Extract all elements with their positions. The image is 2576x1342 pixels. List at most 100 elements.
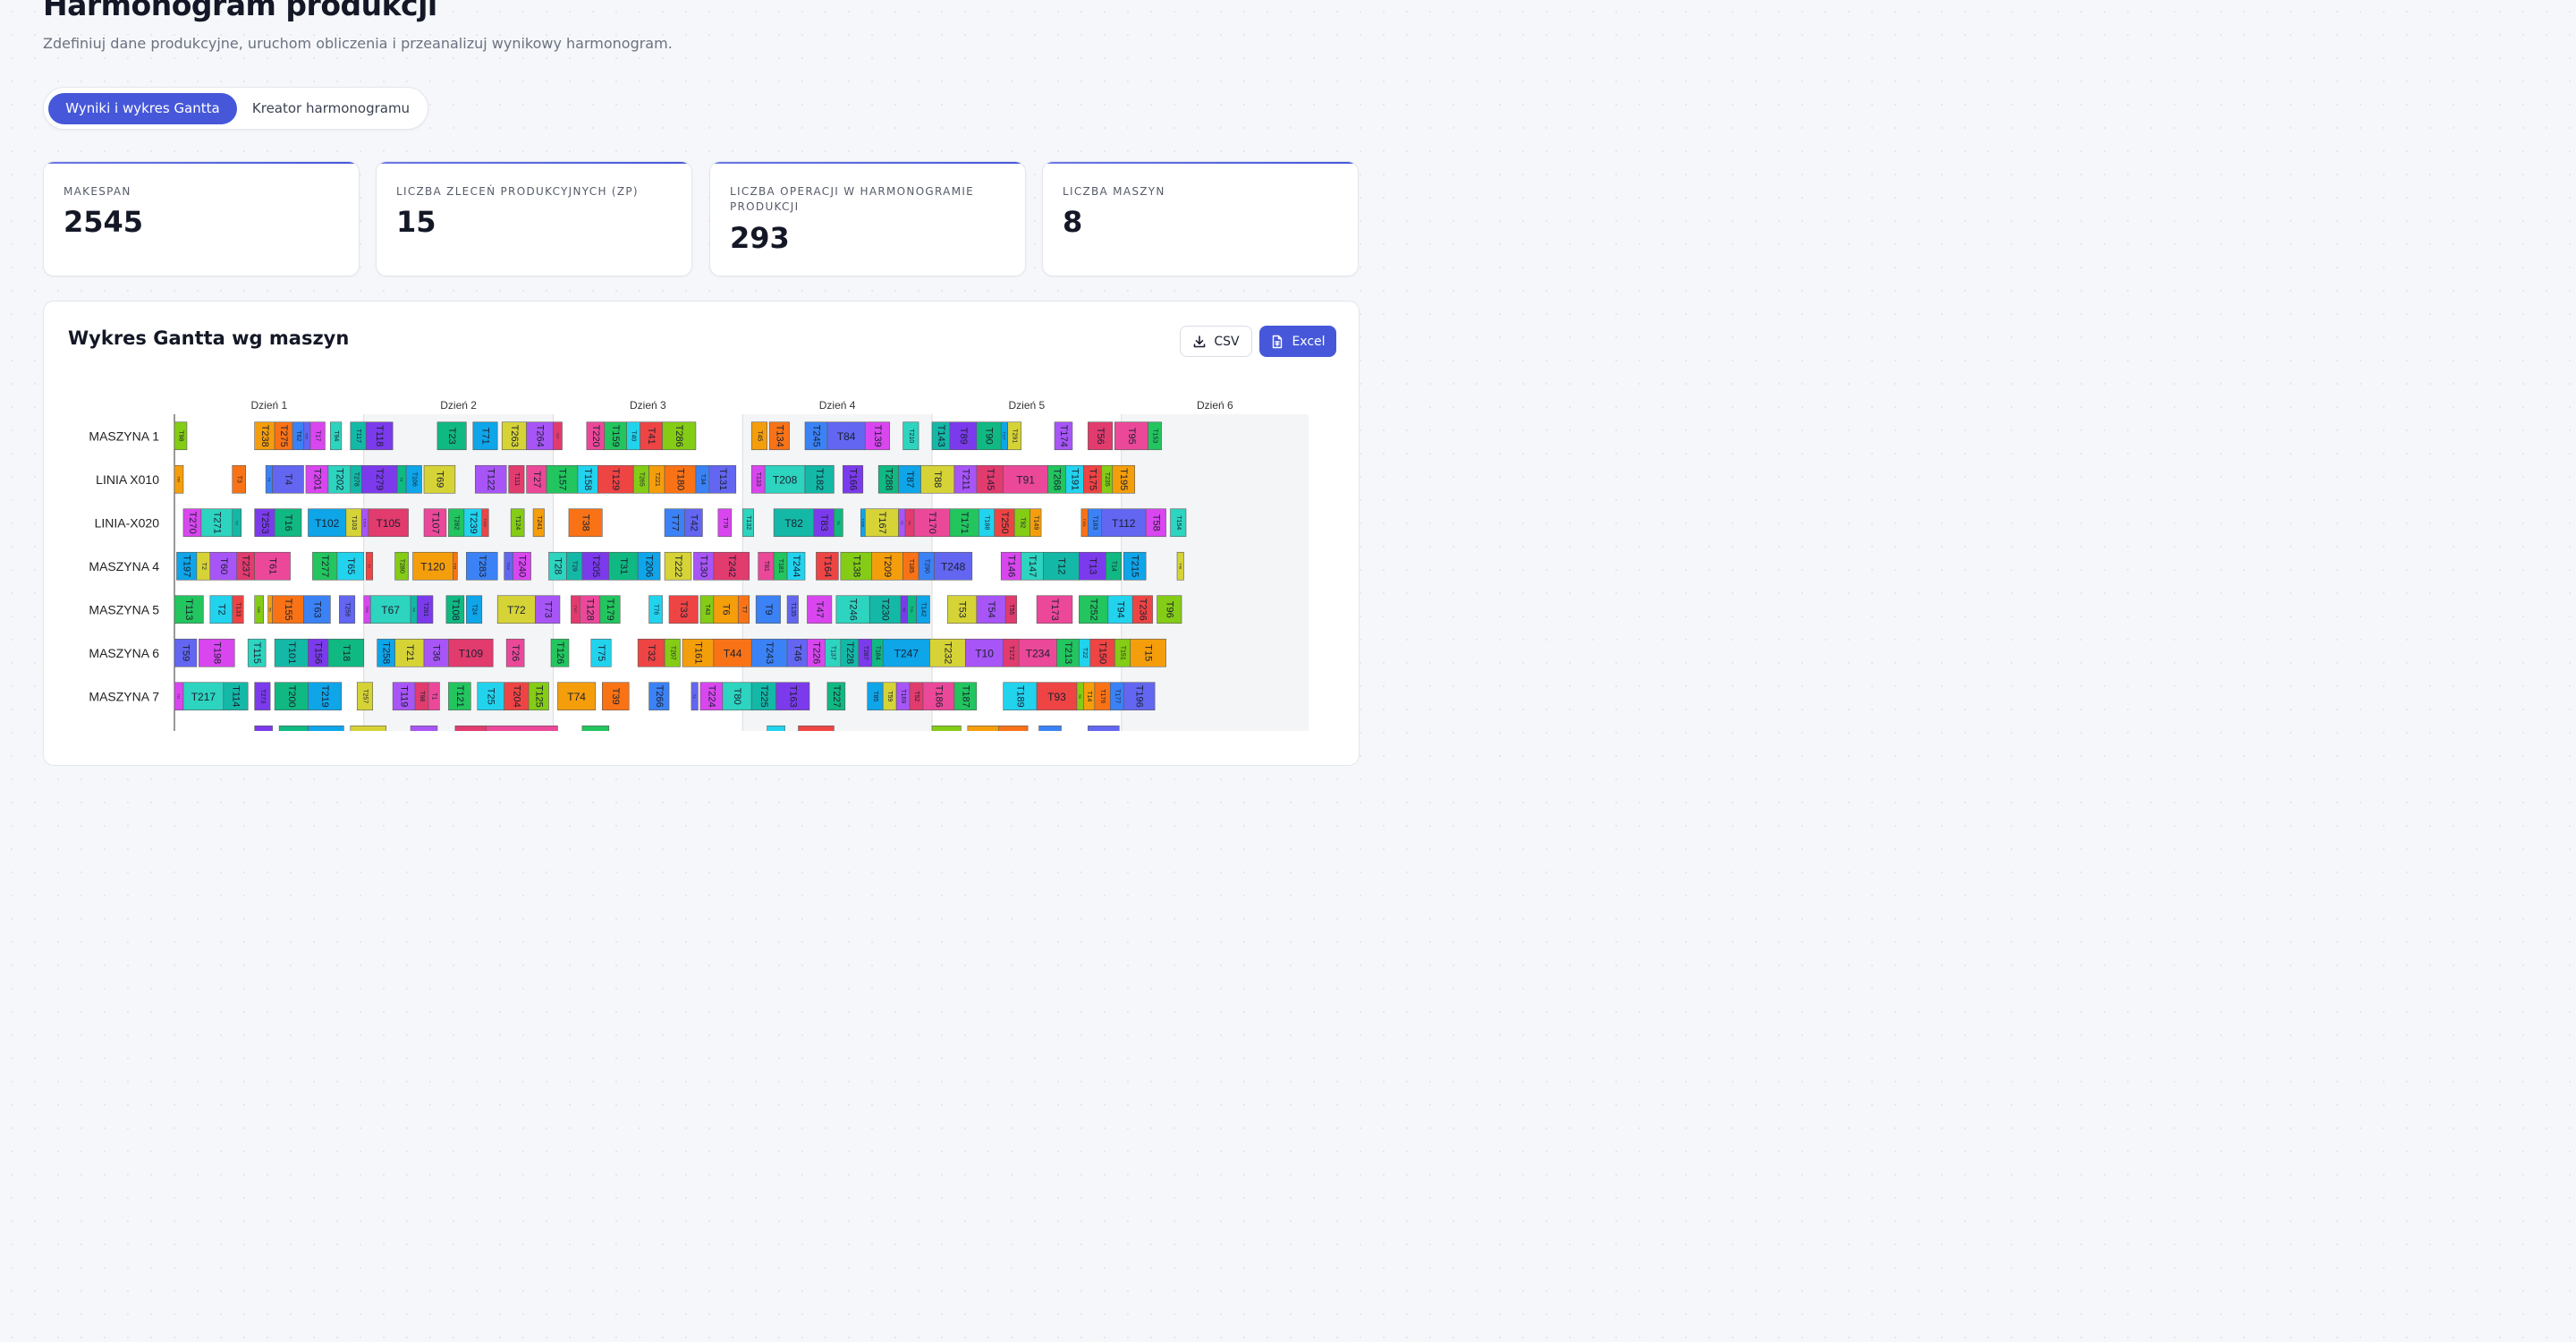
- task-label: T257: [361, 689, 368, 703]
- task-label: T67: [381, 604, 400, 616]
- task-label: T211: [960, 469, 970, 490]
- task-label: T166: [860, 519, 865, 528]
- task-label: T201: [311, 468, 322, 490]
- task-label: T200: [286, 685, 297, 708]
- task-label: T26: [510, 644, 521, 661]
- task-label: T206: [644, 555, 655, 577]
- day-label: Dzień 1: [251, 399, 288, 412]
- task-label: T81: [763, 561, 769, 572]
- task-label: T12: [1055, 557, 1066, 574]
- task-label: T150: [1097, 641, 1108, 664]
- task-label: T96: [1164, 601, 1174, 618]
- task-label: T92: [1019, 517, 1025, 528]
- task-label: T4: [411, 607, 416, 612]
- task-label: T155: [283, 599, 293, 621]
- task-label: T117: [355, 429, 361, 444]
- task-label: T172: [1008, 646, 1014, 660]
- task-label: T187: [960, 685, 970, 708]
- task-label: T238: [259, 425, 270, 447]
- day-label: Dzień 4: [819, 399, 856, 412]
- task-label: T106: [411, 472, 417, 487]
- task-label: T227: [831, 685, 842, 708]
- task-bar: [254, 725, 273, 731]
- task-label: T108: [450, 599, 461, 621]
- task-label: T44: [453, 563, 457, 570]
- task-label: T8: [1078, 694, 1082, 699]
- task-label: T182: [814, 468, 825, 490]
- task-label: T181: [1082, 519, 1087, 528]
- task-label: T240: [483, 519, 487, 528]
- task-label: T209: [882, 555, 893, 577]
- task-label: T43: [704, 604, 710, 615]
- task-label: T48: [1178, 563, 1182, 570]
- task-label: T65: [345, 557, 356, 574]
- task-label: T6: [721, 604, 732, 616]
- task-label: T126: [555, 641, 565, 664]
- task-label: T54: [986, 601, 996, 618]
- task-label: T197: [182, 555, 192, 577]
- task-label: T133: [755, 472, 761, 487]
- task-label: T107: [429, 512, 440, 534]
- task-label: T25: [486, 688, 496, 705]
- task-label: T59: [886, 691, 893, 701]
- task-label: T225: [758, 685, 769, 708]
- task-label: T134: [774, 425, 784, 447]
- task-label: T198: [211, 641, 222, 664]
- task-label: T60: [218, 557, 229, 574]
- task-label: T66: [365, 607, 369, 614]
- task-label: T24: [471, 604, 478, 615]
- gantt-chart: Dzień 1 Dzień 2 Dzień 3 Dzień 4 Dzień 5 Dzień…: [89, 399, 1309, 731]
- machine-label: MASZYNA 5: [89, 602, 159, 616]
- task-label: T169: [900, 689, 906, 703]
- task-bar: [350, 725, 386, 731]
- task-label: T135: [790, 602, 796, 616]
- task-label: T120: [420, 560, 445, 573]
- task-label: T83: [818, 514, 829, 531]
- task-label: T114: [231, 685, 242, 707]
- task-label: T250: [999, 512, 1010, 534]
- task-label: T174: [1058, 425, 1069, 447]
- task-label: T121: [454, 685, 465, 708]
- task-label: T6: [836, 521, 841, 525]
- task-label: T88: [257, 607, 261, 614]
- task-label: T258: [381, 641, 392, 664]
- task-label: T186: [933, 685, 944, 708]
- task-label: T15: [1143, 644, 1154, 661]
- task-label: T105: [376, 517, 401, 530]
- task-label: T91: [1016, 473, 1035, 486]
- task-label: T2: [216, 604, 226, 616]
- task-label: T176: [1099, 689, 1106, 703]
- task-bar: [798, 725, 835, 731]
- task-label: T143: [936, 425, 946, 447]
- task-label: T252: [1089, 599, 1099, 621]
- task-label: T98: [177, 430, 183, 441]
- task-label: T181: [777, 559, 784, 573]
- task-bar: [998, 725, 1029, 731]
- task-label: T151: [1119, 646, 1125, 660]
- task-label: T71: [480, 428, 491, 445]
- task-label: T102: [315, 517, 340, 530]
- task-label: T147: [1027, 555, 1038, 577]
- task-label: T237: [241, 555, 251, 577]
- task-label: T42: [688, 514, 699, 531]
- task-label: T273: [259, 689, 266, 703]
- task-label: T277: [319, 555, 330, 577]
- task-label: T196: [1134, 685, 1145, 708]
- task-label: T45: [756, 430, 762, 441]
- task-label: T85: [872, 691, 878, 701]
- task-label: T286: [674, 425, 684, 447]
- task-label: T149: [1032, 515, 1038, 530]
- task-label: T268: [1051, 468, 1062, 490]
- task-label: T266: [654, 685, 665, 708]
- task-label: T139: [872, 425, 883, 447]
- task-label: T63: [311, 601, 322, 618]
- task-label: T263: [509, 425, 520, 447]
- task-label: T52: [913, 691, 919, 701]
- task-label: T3: [234, 521, 239, 525]
- task-label: T281: [422, 602, 428, 616]
- task-label: T158: [582, 468, 593, 490]
- task-label: T244: [791, 555, 801, 577]
- task-label: T47: [814, 601, 825, 618]
- task-label: T247: [894, 647, 919, 659]
- task-label: T236: [1137, 599, 1148, 621]
